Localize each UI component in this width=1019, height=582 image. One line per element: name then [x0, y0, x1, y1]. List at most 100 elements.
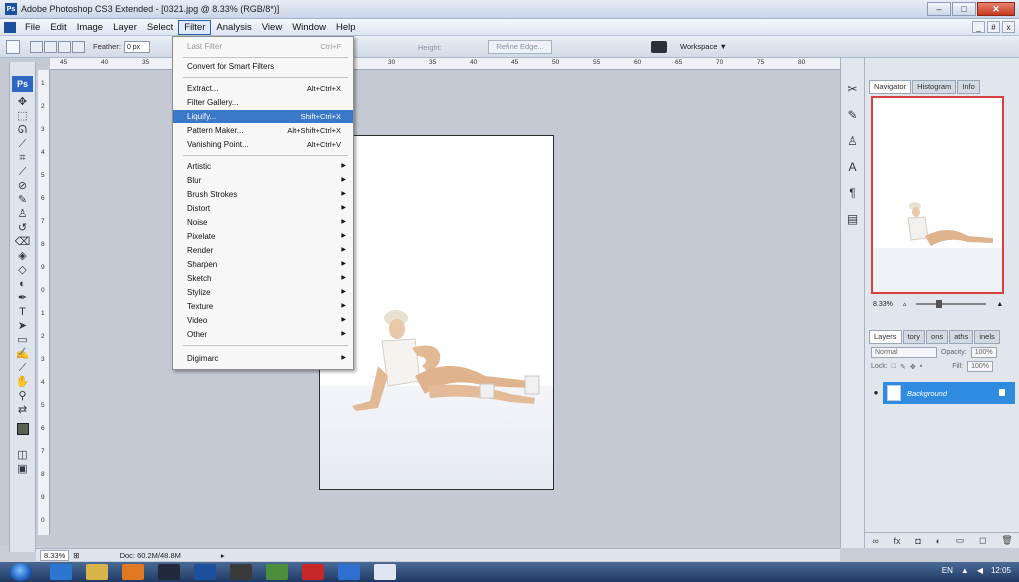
- character-icon[interactable]: A: [845, 160, 861, 176]
- doc-restore-icon[interactable]: #: [987, 21, 1000, 33]
- clock[interactable]: 12:05: [991, 566, 1011, 575]
- zoom-level-field[interactable]: 8.33%: [40, 549, 70, 561]
- subtract-selection-icon[interactable]: [58, 40, 71, 53]
- lock-image-icon[interactable]: ✎: [900, 363, 906, 371]
- status-arrow-icon[interactable]: ▸: [221, 551, 225, 560]
- pen-tool-icon[interactable]: ✒: [14, 292, 31, 305]
- type-tool-icon[interactable]: T: [14, 306, 31, 319]
- feather-input[interactable]: 0 px: [123, 40, 150, 53]
- program-taskbar-icon[interactable]: [266, 564, 288, 580]
- app-taskbar-icon[interactable]: [158, 564, 180, 580]
- explorer-taskbar-icon[interactable]: [86, 564, 108, 580]
- filter-blur[interactable]: Blur ▶: [173, 174, 353, 187]
- brushes-icon[interactable]: ✎: [845, 108, 861, 124]
- crop-tool-icon[interactable]: ⌗: [14, 152, 31, 165]
- lock-all-icon[interactable]: ▪: [920, 363, 922, 370]
- history-brush-icon[interactable]: ↺: [14, 222, 31, 235]
- document-canvas[interactable]: [319, 135, 554, 490]
- photoshop-logo[interactable]: Ps: [12, 76, 33, 92]
- zoom-out-icon[interactable]: ▵: [903, 300, 907, 308]
- tab-actions[interactable]: ons: [926, 330, 949, 344]
- start-button-icon[interactable]: [10, 563, 32, 581]
- word-taskbar-icon[interactable]: [338, 564, 360, 580]
- swap-colors-icon[interactable]: ⇄: [14, 404, 31, 417]
- slice-tool-icon[interactable]: ⟋: [14, 166, 31, 179]
- doc-close-icon[interactable]: x: [1002, 21, 1015, 33]
- blend-mode-select[interactable]: Normal: [871, 347, 937, 358]
- eyedropper-icon[interactable]: ⟋: [14, 362, 31, 375]
- acrobat-taskbar-icon[interactable]: [302, 564, 324, 580]
- document-icon[interactable]: [4, 21, 16, 33]
- media-taskbar-icon[interactable]: [122, 564, 144, 580]
- layer-comps-icon[interactable]: ▤: [845, 212, 861, 228]
- filter-brush-strokes[interactable]: Brush Strokes ▶: [173, 188, 353, 201]
- filter-distort[interactable]: Distort ▶: [173, 202, 353, 215]
- filter-digimarc[interactable]: Digimarc ▶: [173, 352, 353, 365]
- filter-noise[interactable]: Noise ▶: [173, 216, 353, 229]
- volume-icon[interactable]: ◀: [977, 566, 983, 575]
- filter-sketch[interactable]: Sketch ▶: [173, 272, 353, 285]
- ie-taskbar-icon[interactable]: [50, 564, 72, 580]
- hand-tool-icon[interactable]: ✋: [14, 376, 31, 389]
- tab-info[interactable]: Info: [957, 80, 980, 94]
- tab-histogram[interactable]: Histogram: [912, 80, 957, 94]
- filter-last-filter[interactable]: Last Filter Ctrl+F: [173, 40, 353, 53]
- tab-navigator[interactable]: Navigator: [869, 80, 912, 94]
- tab-history[interactable]: tory: [902, 330, 926, 344]
- filter-sharpen[interactable]: Sharpen ▶: [173, 258, 353, 271]
- filter-pattern-maker[interactable]: Pattern Maker... Alt+Shift+Ctrl+X: [173, 124, 353, 137]
- menu-view[interactable]: View: [257, 21, 287, 34]
- filter-texture[interactable]: Texture ▶: [173, 300, 353, 313]
- add-selection-icon[interactable]: [44, 40, 57, 53]
- marquee-tool-icon[interactable]: ⬚: [14, 110, 31, 123]
- new-group-icon[interactable]: ▭: [956, 535, 965, 546]
- filter-render[interactable]: Render ▶: [173, 244, 353, 257]
- window-taskbar-icon[interactable]: [230, 564, 252, 580]
- tab-channels[interactable]: inels: [974, 330, 1000, 344]
- tool-presets-icon[interactable]: ✂: [845, 82, 861, 98]
- horizontal-ruler[interactable]: 45403530101520253035404550556065707580: [50, 58, 840, 70]
- menu-select[interactable]: Select: [142, 21, 178, 34]
- menu-window[interactable]: Window: [287, 21, 331, 34]
- workspace-menu[interactable]: Workspace ▼: [680, 42, 727, 51]
- network-icon[interactable]: ▲: [961, 566, 969, 575]
- navigator-zoom-value[interactable]: 8.33%: [873, 301, 893, 308]
- layer-row-background[interactable]: ● Background: [869, 382, 1015, 404]
- clone-source-icon[interactable]: ♙: [845, 134, 861, 150]
- navigator-zoom-slider[interactable]: [916, 300, 987, 308]
- language-icon[interactable]: EN: [942, 566, 953, 575]
- adjustment-layer-icon[interactable]: ◐: [936, 536, 941, 546]
- paragraph-icon[interactable]: ¶: [845, 186, 861, 202]
- menu-file[interactable]: File: [20, 21, 45, 34]
- lock-position-icon[interactable]: ✥: [910, 363, 916, 371]
- go-to-bridge-icon[interactable]: [651, 41, 667, 53]
- menu-analysis[interactable]: Analysis: [211, 21, 256, 34]
- visibility-eye-icon[interactable]: ●: [869, 382, 883, 404]
- marquee-preset-icon[interactable]: [6, 39, 20, 54]
- navigator-thumbnail[interactable]: [871, 96, 1004, 294]
- filter-vanishing-point[interactable]: Vanishing Point... Alt+Ctrl+V: [173, 138, 353, 151]
- link-layers-icon[interactable]: ∞: [872, 536, 878, 546]
- fill-input[interactable]: 100%: [967, 361, 993, 372]
- menu-filter[interactable]: Filter: [178, 19, 212, 35]
- filter-pixelate[interactable]: Pixelate ▶: [173, 230, 353, 243]
- vertical-ruler[interactable]: 1 2 3 4 5 6 7 8 9 0 1 2 3 4 5 6 7 8 9 0: [38, 70, 50, 535]
- filter-liquify[interactable]: Liquify... Shift+Ctrl+X: [173, 110, 353, 123]
- zoom-in-icon[interactable]: ▲: [996, 301, 1003, 308]
- filter-video[interactable]: Video ▶: [173, 314, 353, 327]
- delete-layer-icon[interactable]: 🗑: [1001, 535, 1012, 546]
- filter-gallery[interactable]: Filter Gallery...: [173, 96, 353, 109]
- shape-tool-icon[interactable]: ▭: [14, 334, 31, 347]
- menu-layer[interactable]: Layer: [108, 21, 142, 34]
- intersect-selection-icon[interactable]: [72, 40, 85, 53]
- path-select-icon[interactable]: ➤: [14, 320, 31, 333]
- close-icon[interactable]: ✕: [977, 2, 1015, 16]
- blur-tool-icon[interactable]: ◇: [14, 264, 31, 277]
- layer-style-icon[interactable]: fx: [894, 536, 901, 546]
- zoom-tool-icon[interactable]: ⚲: [14, 390, 31, 403]
- notes-tool-icon[interactable]: ✍: [14, 348, 31, 361]
- doc-minimize-icon[interactable]: _: [972, 21, 985, 33]
- document-taskbar-icon[interactable]: [374, 564, 396, 580]
- filter-artistic[interactable]: Artistic ▶: [173, 160, 353, 173]
- clone-stamp-icon[interactable]: ♙: [14, 208, 31, 221]
